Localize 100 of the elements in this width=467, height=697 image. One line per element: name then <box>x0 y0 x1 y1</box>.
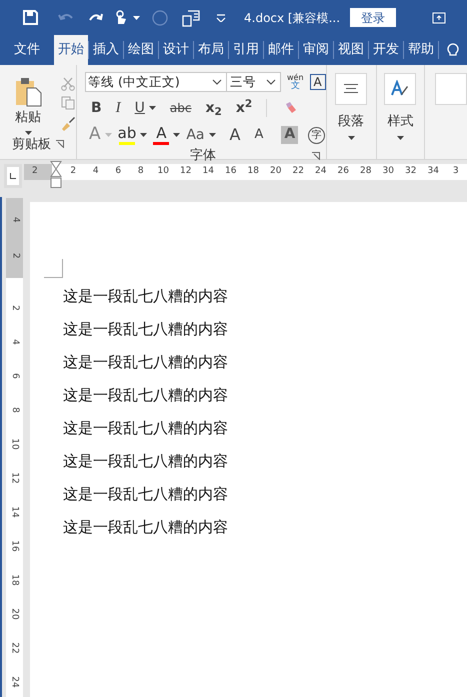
format-button[interactable]: I <box>116 100 121 116</box>
login-button[interactable]: 登录 <box>350 8 396 27</box>
ruler-number: 12 <box>8 472 20 484</box>
window-title: 4.docx [兼容模... <box>244 10 340 26</box>
document-line: 这是一段乱七八糟的内容 <box>63 418 229 439</box>
document-line: 这是一段乱七八糟的内容 <box>63 286 229 307</box>
ribbon-tab[interactable]: 开发 <box>369 35 403 65</box>
ruler-number: 20 <box>269 165 282 178</box>
align-icon <box>344 84 358 94</box>
ruler-number: 2 <box>9 253 22 259</box>
ribbon-tab[interactable]: 审阅 <box>299 35 333 65</box>
left-tab-icon <box>10 173 16 179</box>
format-button[interactable]: U <box>134 101 145 115</box>
ruler-number: 18 <box>246 165 260 178</box>
ruler-number: 2 <box>69 165 78 178</box>
ruler-number: 6 <box>114 165 122 178</box>
ribbon-tab[interactable]: 视图 <box>334 35 368 65</box>
ruler-number: 30 <box>382 165 395 178</box>
ruler-number: 3 <box>452 165 460 178</box>
caret-icon <box>396 136 404 140</box>
ruler-number: 24 <box>314 165 328 178</box>
ribbon-tab[interactable]: 绘图 <box>124 35 158 65</box>
ribbon-tab[interactable]: 引用 <box>229 35 263 65</box>
redo-icon[interactable] <box>88 12 103 24</box>
group-label: 样式 <box>387 113 414 131</box>
format-button[interactable]: x$_{2}$ <box>206 101 222 115</box>
change-case-button[interactable]: Aa <box>186 124 205 146</box>
shrink-font-button[interactable]: A <box>254 125 264 145</box>
character-shading-button[interactable]: A <box>281 126 298 144</box>
style-brush-icon <box>391 80 410 98</box>
format-button[interactable]: x$^{2}$ <box>236 101 252 115</box>
format-button[interactable]: abc <box>170 102 192 114</box>
save-icon[interactable] <box>23 10 38 25</box>
color-button[interactable]: A <box>153 126 170 144</box>
chevron-down-icon[interactable] <box>212 79 222 85</box>
ruler-number: 4 <box>8 339 20 345</box>
paragraph-button[interactable] <box>335 73 368 105</box>
ruler-number: 32 <box>404 165 418 178</box>
ruler-number: 12 <box>179 165 192 178</box>
ruler-number: 18 <box>8 574 20 586</box>
document-line: 这是一段乱七八糟的内容 <box>63 451 229 472</box>
lightbulb-icon[interactable] <box>447 42 459 58</box>
ruler-number: 14 <box>8 506 20 518</box>
document-line: 这是一段乱七八糟的内容 <box>63 385 229 406</box>
customize-icon[interactable] <box>216 14 226 22</box>
ruler-number: 4 <box>9 217 22 223</box>
font-name-field[interactable]: 等线 (中文正文) <box>85 72 227 92</box>
document-line: 这是一段乱七八糟的内容 <box>63 352 229 373</box>
document-line: 这是一段乱七八糟的内容 <box>63 517 229 538</box>
caret-icon <box>133 16 140 20</box>
ribbon-tab[interactable]: 帮助 <box>404 35 438 65</box>
document-line: 这是一段乱七八糟的内容 <box>63 484 229 505</box>
caret-icon <box>348 136 355 140</box>
caret-icon <box>148 106 156 110</box>
ribbon-tab[interactable]: 设计 <box>159 35 193 65</box>
format-button[interactable]: B <box>91 101 102 115</box>
dialog-launcher-icon[interactable] <box>312 152 320 160</box>
clipboard-icon[interactable] <box>14 77 42 107</box>
group-label: 字体 <box>190 147 216 165</box>
tab-selector[interactable] <box>4 164 22 188</box>
ribbon-tab[interactable]: 开始 <box>54 35 88 65</box>
character-border-button[interactable]: A <box>310 74 326 90</box>
caret-icon <box>173 133 180 137</box>
ruler-number: 16 <box>224 165 238 178</box>
caret-icon <box>208 133 216 137</box>
group-label: 剪贴板 <box>12 136 51 154</box>
brush-icon[interactable] <box>60 115 76 131</box>
ribbon-tab[interactable]: 邮件 <box>264 35 298 65</box>
phonetic-guide-button[interactable]: wén 文 <box>287 74 304 90</box>
ruler-number: 24 <box>8 676 20 688</box>
ruler-number: 10 <box>8 438 20 450</box>
ribbon-tab[interactable]: 插入 <box>89 35 123 65</box>
enclose-character-button[interactable]: 字 <box>308 126 326 144</box>
caret-icon <box>104 133 112 137</box>
group-label: 段落 <box>338 113 364 131</box>
chevron-down-icon[interactable] <box>266 79 276 85</box>
ruler-number: 8 <box>8 407 21 413</box>
indent-marker-icon[interactable] <box>50 161 62 189</box>
ruler-number: 34 <box>426 165 440 178</box>
dialog-launcher-icon[interactable] <box>56 140 64 148</box>
ruler-number: 20 <box>8 608 20 620</box>
ruler-number: 8 <box>136 165 145 178</box>
ruler-number: 22 <box>8 642 20 654</box>
ribbon-tab[interactable]: 布局 <box>194 35 228 65</box>
ruler-number: 10 <box>156 165 170 178</box>
ruler-number: 16 <box>8 540 20 552</box>
ruler-number: 26 <box>336 165 350 178</box>
font-size-field[interactable]: 三号 <box>227 72 281 92</box>
styles-button[interactable] <box>384 73 416 105</box>
form-icon[interactable] <box>182 8 200 26</box>
ruler-number: 2 <box>8 305 21 311</box>
color-button[interactable]: ab <box>118 126 136 144</box>
document-line: 这是一段乱七八糟的内容 <box>63 319 229 340</box>
ribbon-tab[interactable]: 文件 <box>10 35 44 65</box>
crop-mark-icon <box>44 259 64 279</box>
paste-button[interactable]: 粘贴 <box>15 108 41 128</box>
grow-font-button[interactable]: A <box>230 123 240 147</box>
ribbon-display-icon[interactable] <box>432 12 446 24</box>
ruler-number: 28 <box>359 165 372 178</box>
caret-icon <box>24 130 32 134</box>
